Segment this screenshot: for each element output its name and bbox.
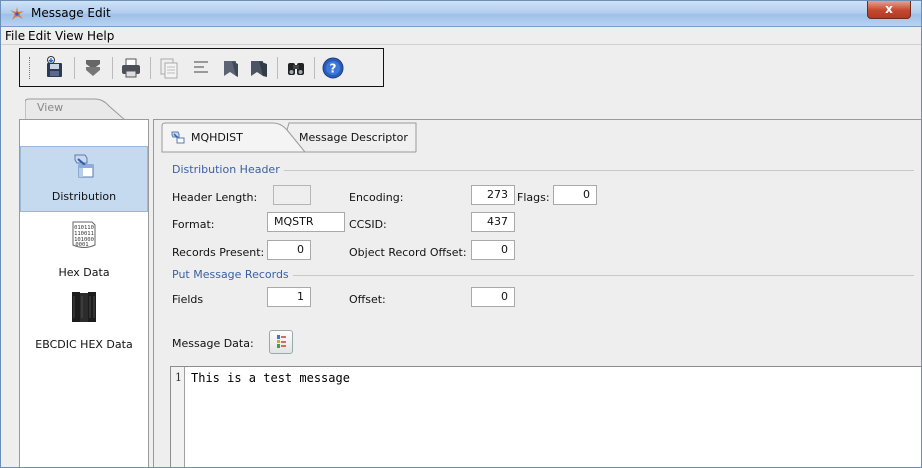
nav-label-distribution: Distribution xyxy=(51,190,117,203)
section-divider xyxy=(293,275,914,276)
distribution-icon xyxy=(74,154,94,178)
svg-text:?: ? xyxy=(330,62,337,76)
print-icon[interactable] xyxy=(118,55,144,81)
find-icon[interactable] xyxy=(283,55,309,81)
tab-mqhdist[interactable]: MQHDIST xyxy=(161,122,301,152)
records-present-label: Records Present: xyxy=(172,246,265,259)
data-format-icon xyxy=(277,335,286,348)
window-title: Message Edit xyxy=(31,6,111,20)
menu-edit[interactable]: Edit xyxy=(28,29,51,43)
message-data-text[interactable]: This is a test message xyxy=(191,371,350,385)
align-icon[interactable] xyxy=(188,55,214,81)
help-icon[interactable]: ? xyxy=(320,55,346,81)
ccsid-label: CCSID: xyxy=(349,218,387,231)
message-data-editor[interactable]: 1 This is a test message xyxy=(170,366,921,467)
close-button[interactable]: x xyxy=(867,1,911,19)
mqhdist-tab-icon xyxy=(171,131,185,144)
message-edit-window: Message Edit x File Edit View Help ? Vie… xyxy=(0,0,922,468)
offset-label: Offset: xyxy=(349,293,386,306)
ebcdic-hex-data-icon xyxy=(72,292,96,322)
records-present-field[interactable]: 0 xyxy=(267,240,311,260)
menu-file[interactable]: File xyxy=(5,29,25,43)
tab-label-mqhdist: MQHDIST xyxy=(191,131,243,144)
toolbar: ? xyxy=(19,48,384,87)
distribution-header-title: Distribution Header xyxy=(172,163,280,176)
message-data-format-button[interactable] xyxy=(269,330,293,354)
nav-label-ebcdic-hex-data: EBCDIC HEX Data xyxy=(35,338,133,351)
line-number-gutter: 1 xyxy=(171,367,185,467)
fields-field[interactable]: 1 xyxy=(267,287,311,307)
nav-label-hex-data: Hex Data xyxy=(58,266,110,279)
nav-item-ebcdic-hex-data[interactable]: EBCDIC HEX Data xyxy=(20,290,148,352)
header-length-field[interactable] xyxy=(273,185,311,205)
format-label: Format: xyxy=(172,218,215,231)
bookmark-dark-icon[interactable] xyxy=(246,55,272,81)
nav-item-hex-data[interactable]: 010110 110011 101000 0001 Hex Data xyxy=(20,220,148,284)
menu-help[interactable]: Help xyxy=(87,29,114,43)
encoding-label: Encoding: xyxy=(349,191,404,204)
view-panel: Distribution 010110 110011 101000 0001 H… xyxy=(19,119,149,467)
view-tab[interactable]: View xyxy=(37,101,63,114)
bookmark-icon[interactable] xyxy=(218,55,244,81)
copy-icon[interactable] xyxy=(156,55,182,81)
tab-message-descriptor[interactable]: Message Descriptor xyxy=(299,122,416,152)
menu-view[interactable]: View xyxy=(55,29,83,43)
flags-label: Flags: xyxy=(517,191,550,204)
flags-field[interactable]: 0 xyxy=(553,185,597,205)
tab-label-message-descriptor: Message Descriptor xyxy=(299,131,408,144)
line-number: 1 xyxy=(175,371,182,384)
offset-field[interactable]: 0 xyxy=(471,287,515,307)
save-icon[interactable] xyxy=(42,55,68,81)
nav-item-distribution[interactable]: Distribution xyxy=(20,146,148,212)
put-message-records-title: Put Message Records xyxy=(172,268,289,281)
format-field[interactable]: MQSTR xyxy=(267,212,345,232)
fields-label: Fields xyxy=(172,293,204,306)
header-length-label: Header Length: xyxy=(172,191,258,204)
section-divider xyxy=(284,170,914,171)
app-icon xyxy=(10,7,24,20)
message-data-label: Message Data: xyxy=(172,337,254,350)
svg-text:0001: 0001 xyxy=(75,242,88,248)
hex-data-icon: 010110 110011 101000 0001 xyxy=(72,221,96,248)
ccsid-field[interactable]: 437 xyxy=(471,212,515,232)
object-record-offset-field[interactable]: 0 xyxy=(471,240,515,260)
move-down-icon[interactable] xyxy=(80,55,106,81)
encoding-field[interactable]: 273 xyxy=(471,185,515,205)
toolbar-grip[interactable] xyxy=(29,57,32,79)
object-record-offset-label: Object Record Offset: xyxy=(349,246,467,259)
title-bar[interactable]: Message Edit x xyxy=(1,1,921,27)
menu-bar: File Edit View Help xyxy=(1,27,921,45)
